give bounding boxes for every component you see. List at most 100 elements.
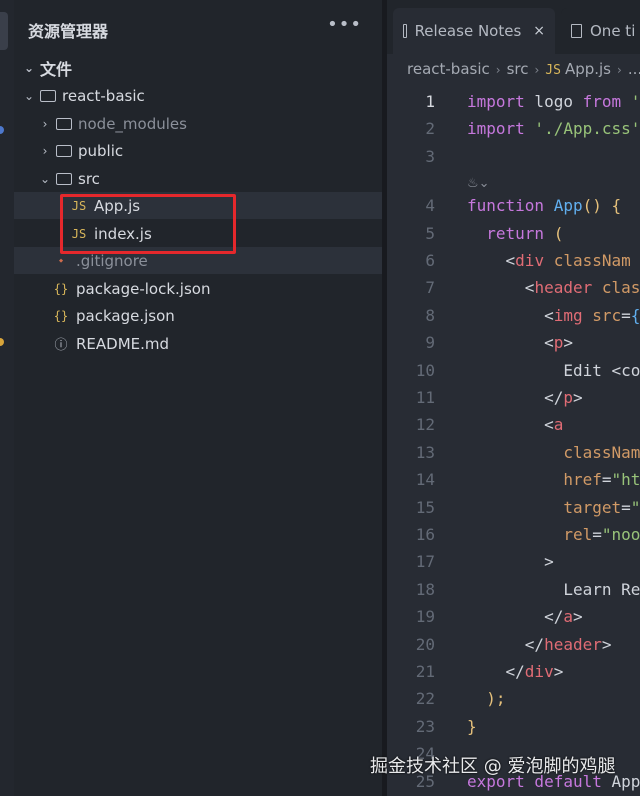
tree-item-label: package-lock.json [76,279,211,298]
code-token: import [467,119,525,139]
breadcrumb-symbol[interactable]: ... [628,60,640,78]
line-number: 19 [415,607,435,627]
code-line[interactable]: Edit <co [467,361,640,380]
tab-one-time[interactable]: One ti [561,8,640,54]
tree-item-label: react-basic [62,86,145,105]
code-line[interactable]: </header> [467,635,612,654]
code-token: < [467,251,516,270]
code-token: p [563,388,573,407]
code-token: " [630,497,640,517]
code-line[interactable]: function App() { [467,196,621,215]
tree-item-label: public [78,141,124,160]
tree-item-readme[interactable]: ⓘ README.md [14,330,420,357]
code-line[interactable]: > [467,552,554,571]
code-token: classNam [467,442,640,462]
tree-item-label: README.md [76,334,170,353]
code-line[interactable]: <p> [467,333,573,352]
code-line[interactable]: <img src={ [467,306,640,325]
code-token: href [467,470,602,490]
chevron-down-icon: ⌄ [39,171,51,186]
section-files[interactable]: ⌄ 文件 [14,54,390,81]
code-line[interactable]: classNam [467,443,640,462]
code-token: header [544,634,602,654]
line-number: 10 [415,360,435,380]
breadcrumb-folder[interactable]: src [507,60,529,78]
code-line[interactable]: } [467,717,477,736]
line-number: 14 [415,470,435,490]
close-icon[interactable]: × [533,23,545,39]
breadcrumb: react-basic › src › JS App.js ›... [407,60,640,78]
code-token: = [592,525,602,544]
folder-icon [56,144,72,157]
code-token: src [582,305,622,325]
code-line[interactable]: import './App.css' [467,119,640,138]
code-line[interactable]: <div classNam [467,251,631,270]
tree-item-label: package.json [76,306,175,325]
activity-bar [0,0,14,796]
line-number: 6 [425,251,435,270]
line-number: 22 [415,689,435,709]
javascript-file-icon: JS [545,63,561,78]
codelens-icon[interactable]: ♨⌄ [467,176,490,191]
code-token: Learn Re [467,579,640,599]
code-token: { [611,196,622,216]
code-token: "noo [601,525,640,544]
code-token: = [621,497,631,517]
code-token: rel [467,525,593,544]
tree-item-package-lock[interactable]: {} package-lock.json [14,275,420,302]
line-number: 4 [425,196,435,216]
folder-open-icon [40,89,56,102]
section-files-label: 文件 [40,59,73,79]
tab-release-notes[interactable]: Release Notes × [393,8,555,54]
code-line[interactable]: <a [467,415,563,434]
code-line[interactable]: rel="noo [467,525,640,544]
explorer-title: 资源管理器 [28,22,109,41]
code-token: > [553,662,564,681]
code-token: < [467,305,554,325]
line-number: 12 [415,415,435,435]
code-token: a [563,607,573,627]
red-highlight-box [60,194,236,254]
code-line[interactable]: </p> [467,388,583,407]
line-number: 2 [425,119,435,139]
tree-item-node-modules[interactable]: › node_modules [14,110,406,137]
code-line[interactable]: </div> [467,662,564,681]
code-line[interactable]: <header clas [467,278,640,297]
code-token: { [630,305,640,325]
tree-item-package-json[interactable]: {} package.json [14,302,420,329]
line-number: 16 [415,525,435,544]
explorer-sidebar: 资源管理器 ••• ⌄ 文件 ⌄ react-basic › node_modu… [14,0,438,796]
folder-icon [56,117,72,130]
code-token: > [572,607,583,627]
code-token: target [467,497,622,517]
code-token: function [467,196,545,216]
more-actions-icon[interactable]: ••• [327,14,362,35]
code-line[interactable]: target=" [467,498,640,517]
tree-item-react-basic[interactable]: ⌄ react-basic [14,82,390,109]
tree-item-src[interactable]: ⌄ src [14,165,406,192]
line-number: 13 [415,442,435,462]
code-line[interactable]: Learn Re [467,580,640,599]
code-line[interactable]: import logo from ' [467,92,640,111]
code-token: > [601,634,612,654]
code-token: < [467,333,554,353]
code-line[interactable]: </a> [467,607,583,626]
breadcrumb-project[interactable]: react-basic [407,60,490,78]
tab-label: One ti [590,22,636,40]
code-line[interactable]: return ( [467,224,563,243]
document-icon [403,24,407,38]
tree-item-public[interactable]: › public [14,137,406,164]
line-number: 20 [415,634,435,654]
line-number: 8 [425,305,435,325]
activity-explorer-indicator[interactable] [0,12,8,50]
info-icon: ⓘ [54,338,68,353]
code-token: img [553,305,583,325]
chevron-right-icon: › [534,63,540,77]
code-line[interactable]: href="ht [467,470,640,489]
chevron-right-icon: › [42,143,48,158]
code-line[interactable]: ); [467,689,505,708]
code-token: </ [467,388,564,407]
json-file-icon: {} [53,308,69,323]
breadcrumb-file[interactable]: App.js [565,60,611,78]
